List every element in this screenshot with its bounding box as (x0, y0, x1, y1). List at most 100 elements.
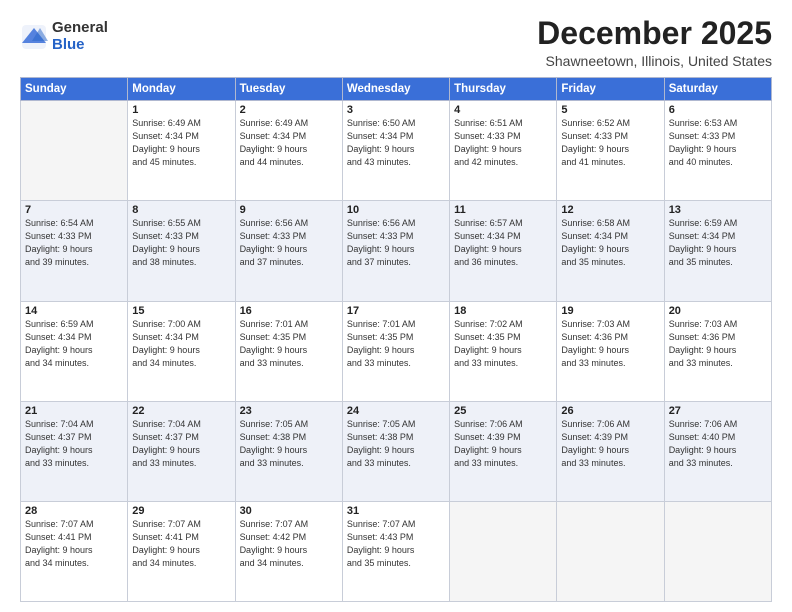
table-row: 8Sunrise: 6:55 AMSunset: 4:33 PMDaylight… (128, 201, 235, 301)
day-info: Sunrise: 7:06 AMSunset: 4:39 PMDaylight:… (561, 418, 659, 470)
table-row: 24Sunrise: 7:05 AMSunset: 4:38 PMDayligh… (342, 401, 449, 501)
day-number: 2 (240, 104, 338, 116)
day-number: 11 (454, 204, 552, 216)
col-monday: Monday (128, 78, 235, 101)
header: General Blue December 2025 Shawneetown, … (20, 16, 772, 69)
day-info: Sunrise: 7:03 AMSunset: 4:36 PMDaylight:… (669, 318, 767, 370)
day-number: 23 (240, 405, 338, 417)
day-info: Sunrise: 7:00 AMSunset: 4:34 PMDaylight:… (132, 318, 230, 370)
table-row: 23Sunrise: 7:05 AMSunset: 4:38 PMDayligh… (235, 401, 342, 501)
day-number: 15 (132, 305, 230, 317)
calendar-row: 7Sunrise: 6:54 AMSunset: 4:33 PMDaylight… (21, 201, 772, 301)
day-number: 18 (454, 305, 552, 317)
day-number: 20 (669, 305, 767, 317)
day-number: 26 (561, 405, 659, 417)
table-row: 27Sunrise: 7:06 AMSunset: 4:40 PMDayligh… (664, 401, 771, 501)
day-number: 31 (347, 505, 445, 517)
col-wednesday: Wednesday (342, 78, 449, 101)
day-number: 25 (454, 405, 552, 417)
day-info: Sunrise: 7:03 AMSunset: 4:36 PMDaylight:… (561, 318, 659, 370)
table-row: 15Sunrise: 7:00 AMSunset: 4:34 PMDayligh… (128, 301, 235, 401)
calendar-header-row: Sunday Monday Tuesday Wednesday Thursday… (21, 78, 772, 101)
table-row: 20Sunrise: 7:03 AMSunset: 4:36 PMDayligh… (664, 301, 771, 401)
table-row: 10Sunrise: 6:56 AMSunset: 4:33 PMDayligh… (342, 201, 449, 301)
day-info: Sunrise: 6:58 AMSunset: 4:34 PMDaylight:… (561, 217, 659, 269)
day-info: Sunrise: 6:51 AMSunset: 4:33 PMDaylight:… (454, 117, 552, 169)
table-row (450, 501, 557, 601)
day-info: Sunrise: 6:52 AMSunset: 4:33 PMDaylight:… (561, 117, 659, 169)
page: General Blue December 2025 Shawneetown, … (0, 0, 792, 612)
table-row: 28Sunrise: 7:07 AMSunset: 4:41 PMDayligh… (21, 501, 128, 601)
day-number: 29 (132, 505, 230, 517)
calendar: Sunday Monday Tuesday Wednesday Thursday… (20, 77, 772, 602)
day-info: Sunrise: 7:01 AMSunset: 4:35 PMDaylight:… (347, 318, 445, 370)
day-info: Sunrise: 6:54 AMSunset: 4:33 PMDaylight:… (25, 217, 123, 269)
day-info: Sunrise: 7:06 AMSunset: 4:40 PMDaylight:… (669, 418, 767, 470)
day-number: 8 (132, 204, 230, 216)
day-info: Sunrise: 7:04 AMSunset: 4:37 PMDaylight:… (132, 418, 230, 470)
day-number: 4 (454, 104, 552, 116)
table-row: 30Sunrise: 7:07 AMSunset: 4:42 PMDayligh… (235, 501, 342, 601)
day-number: 12 (561, 204, 659, 216)
table-row: 7Sunrise: 6:54 AMSunset: 4:33 PMDaylight… (21, 201, 128, 301)
table-row: 16Sunrise: 7:01 AMSunset: 4:35 PMDayligh… (235, 301, 342, 401)
title-block: December 2025 Shawneetown, Illinois, Uni… (537, 16, 772, 69)
table-row: 25Sunrise: 7:06 AMSunset: 4:39 PMDayligh… (450, 401, 557, 501)
col-sunday: Sunday (21, 78, 128, 101)
day-number: 24 (347, 405, 445, 417)
day-number: 28 (25, 505, 123, 517)
table-row: 2Sunrise: 6:49 AMSunset: 4:34 PMDaylight… (235, 101, 342, 201)
calendar-row: 28Sunrise: 7:07 AMSunset: 4:41 PMDayligh… (21, 501, 772, 601)
col-friday: Friday (557, 78, 664, 101)
table-row: 26Sunrise: 7:06 AMSunset: 4:39 PMDayligh… (557, 401, 664, 501)
day-info: Sunrise: 6:49 AMSunset: 4:34 PMDaylight:… (240, 117, 338, 169)
calendar-row: 14Sunrise: 6:59 AMSunset: 4:34 PMDayligh… (21, 301, 772, 401)
table-row: 13Sunrise: 6:59 AMSunset: 4:34 PMDayligh… (664, 201, 771, 301)
logo-icon (20, 23, 48, 51)
day-number: 16 (240, 305, 338, 317)
day-number: 27 (669, 405, 767, 417)
table-row: 4Sunrise: 6:51 AMSunset: 4:33 PMDaylight… (450, 101, 557, 201)
table-row: 6Sunrise: 6:53 AMSunset: 4:33 PMDaylight… (664, 101, 771, 201)
day-number: 3 (347, 104, 445, 116)
calendar-row: 21Sunrise: 7:04 AMSunset: 4:37 PMDayligh… (21, 401, 772, 501)
table-row (21, 101, 128, 201)
day-info: Sunrise: 7:01 AMSunset: 4:35 PMDaylight:… (240, 318, 338, 370)
day-info: Sunrise: 7:07 AMSunset: 4:41 PMDaylight:… (132, 518, 230, 570)
day-info: Sunrise: 7:06 AMSunset: 4:39 PMDaylight:… (454, 418, 552, 470)
day-number: 17 (347, 305, 445, 317)
table-row: 17Sunrise: 7:01 AMSunset: 4:35 PMDayligh… (342, 301, 449, 401)
day-info: Sunrise: 7:04 AMSunset: 4:37 PMDaylight:… (25, 418, 123, 470)
logo-text: General Blue (52, 20, 108, 53)
table-row: 14Sunrise: 6:59 AMSunset: 4:34 PMDayligh… (21, 301, 128, 401)
day-info: Sunrise: 7:02 AMSunset: 4:35 PMDaylight:… (454, 318, 552, 370)
day-info: Sunrise: 6:59 AMSunset: 4:34 PMDaylight:… (25, 318, 123, 370)
table-row: 19Sunrise: 7:03 AMSunset: 4:36 PMDayligh… (557, 301, 664, 401)
table-row (664, 501, 771, 601)
day-info: Sunrise: 7:07 AMSunset: 4:41 PMDaylight:… (25, 518, 123, 570)
table-row: 11Sunrise: 6:57 AMSunset: 4:34 PMDayligh… (450, 201, 557, 301)
day-number: 6 (669, 104, 767, 116)
table-row: 9Sunrise: 6:56 AMSunset: 4:33 PMDaylight… (235, 201, 342, 301)
location-title: Shawneetown, Illinois, United States (537, 53, 772, 69)
table-row: 22Sunrise: 7:04 AMSunset: 4:37 PMDayligh… (128, 401, 235, 501)
logo-blue: Blue (52, 37, 108, 54)
calendar-row: 1 Sunrise: 6:49 AMSunset: 4:34 PMDaylight… (21, 101, 772, 201)
table-row: 18Sunrise: 7:02 AMSunset: 4:35 PMDayligh… (450, 301, 557, 401)
table-row: 21Sunrise: 7:04 AMSunset: 4:37 PMDayligh… (21, 401, 128, 501)
day-number: 10 (347, 204, 445, 216)
day-info: Sunrise: 6:59 AMSunset: 4:34 PMDaylight:… (669, 217, 767, 269)
day-number: 19 (561, 305, 659, 317)
day-info: Sunrise: 7:07 AMSunset: 4:42 PMDaylight:… (240, 518, 338, 570)
col-tuesday: Tuesday (235, 78, 342, 101)
day-info: Sunrise: 6:50 AMSunset: 4:34 PMDaylight:… (347, 117, 445, 169)
table-row (557, 501, 664, 601)
month-title: December 2025 (537, 16, 772, 51)
table-row: 5Sunrise: 6:52 AMSunset: 4:33 PMDaylight… (557, 101, 664, 201)
day-info: Sunrise: 6:57 AMSunset: 4:34 PMDaylight:… (454, 217, 552, 269)
table-row: 29Sunrise: 7:07 AMSunset: 4:41 PMDayligh… (128, 501, 235, 601)
day-number: 5 (561, 104, 659, 116)
logo: General Blue (20, 20, 108, 53)
col-thursday: Thursday (450, 78, 557, 101)
day-number: 1 (132, 104, 230, 116)
